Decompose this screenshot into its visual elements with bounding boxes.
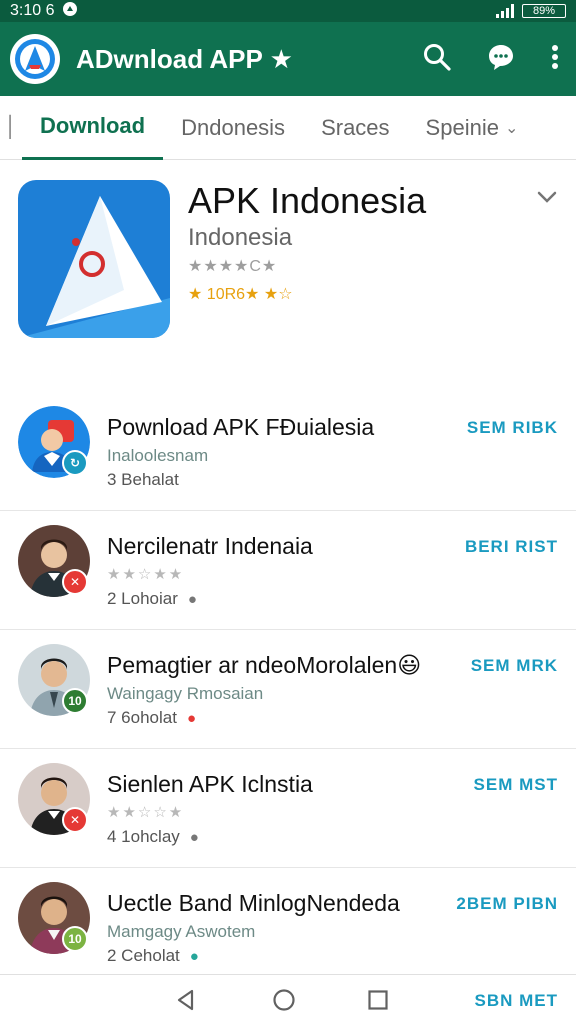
list-item-rating: ★★☆☆★ [107, 804, 185, 821]
list-item-meta: 2 Ceholat ● [107, 946, 199, 965]
status-badge: 10 [62, 688, 88, 714]
recents-icon[interactable] [366, 988, 390, 1012]
remove-badge-icon: ✕ [62, 569, 88, 595]
chevron-down-icon: ⌄ [504, 119, 519, 137]
featured-app-subtitle: Indonesia [188, 224, 293, 251]
featured-app-meta: ★ 10R6★ ★☆ [188, 286, 293, 303]
chat-bubble-icon: ● [187, 591, 197, 608]
tab-bar: │ Download Dndonesis Sraces Speinie ⌄ [0, 96, 576, 160]
list-item-subtitle: Inaloolesnam [107, 446, 209, 465]
remove-badge-icon: ✕ [62, 807, 88, 833]
featured-app-icon[interactable] [18, 180, 170, 338]
nav-action-button[interactable]: SBN MET [475, 991, 559, 1011]
list-item-rating: ★★☆★★ [107, 566, 185, 583]
list-item-action-button[interactable]: SEM RIBK [467, 418, 558, 438]
chat-icon[interactable] [486, 42, 516, 77]
featured-app-rating: ★★★★C★ [188, 258, 278, 275]
chat-bubble-icon: ● [189, 829, 199, 846]
app-logo-icon[interactable] [10, 34, 60, 84]
status-badge: 10 [62, 926, 88, 952]
list-item-title: Uectle Band MinlogNendeda [107, 890, 400, 916]
tab-speinie[interactable]: Speinie ⌄ [408, 96, 537, 160]
search-icon[interactable] [422, 42, 452, 77]
tab-sraces[interactable]: Sraces [303, 96, 407, 160]
list-item-meta: 2 Lohoiar ● [107, 589, 197, 608]
home-icon[interactable] [272, 988, 296, 1012]
list-item[interactable]: ✕ Nercilenatr Indenaia ★★☆★★ 2 Lohoiar ● … [0, 511, 576, 630]
list-item-title: Pemagtier ar ndeoMorolalen😃 [107, 652, 422, 678]
signal-icon [496, 4, 514, 18]
reaction-icon: ● [189, 948, 199, 965]
list-item[interactable]: 10 Uectle Band MinlogNendeda Mamgagy Asw… [0, 868, 576, 987]
reaction-icon: ● [186, 710, 197, 727]
list-item-subtitle: Waingagy Rmosaian [107, 684, 264, 703]
featured-app-title: APK Indonesia [188, 180, 427, 221]
more-vert-icon[interactable] [550, 42, 560, 77]
notification-icon [62, 1, 78, 22]
list-item-action-button[interactable]: SEM MRK [471, 656, 558, 676]
chevron-down-icon[interactable] [536, 186, 558, 208]
list-item-action-button[interactable]: BERI RIST [465, 537, 558, 557]
tab-dndonesis[interactable]: Dndonesis [163, 96, 303, 160]
status-bar: 3:10 6 89% [0, 0, 576, 22]
list-item[interactable]: ↻ Pownload APK FĐuialesia Inaloolesnam 3… [0, 392, 576, 511]
status-badge: ↻ [62, 450, 88, 476]
status-time: 3:10 6 [10, 2, 55, 19]
list-item-subtitle: Mamgagy Aswotem [107, 922, 256, 941]
app-list: ↻ Pownload APK FĐuialesia Inaloolesnam 3… [0, 392, 576, 987]
list-item[interactable]: 10 Pemagtier ar ndeoMorolalen😃 Waingagy … [0, 630, 576, 749]
list-item-action-button[interactable]: 2BEM PIBN [456, 894, 558, 914]
app-title: ADwnload APP ★ [76, 43, 293, 74]
list-item-meta: 7 6oholat ● [107, 708, 197, 727]
featured-app-card[interactable]: APK Indonesia Indonesia ★★★★C★ ★ 10R6★ ★… [0, 160, 576, 390]
tab-download[interactable]: Download [22, 96, 164, 160]
list-item[interactable]: ✕ Sienlen APK Iclnstia ★★☆☆★ 4 1ohclay ● … [0, 749, 576, 868]
tab-scroll-handle[interactable]: │ [0, 116, 22, 139]
battery-indicator: 89% [522, 4, 566, 18]
system-nav-bar: SBN MET [0, 974, 576, 1024]
list-item-meta: 3 Behalat [107, 470, 179, 489]
app-bar: ADwnload APP ★ [0, 22, 576, 96]
back-icon[interactable] [174, 988, 198, 1012]
list-item-action-button[interactable]: SEM MST [474, 775, 558, 795]
list-item-title: Pownload APK FĐuialesia [107, 414, 375, 440]
list-item-meta: 4 1ohclay ● [107, 827, 199, 846]
list-item-title: Sienlen APK Iclnstia [107, 771, 313, 797]
list-item-title: Nercilenatr Indenaia [107, 533, 313, 559]
